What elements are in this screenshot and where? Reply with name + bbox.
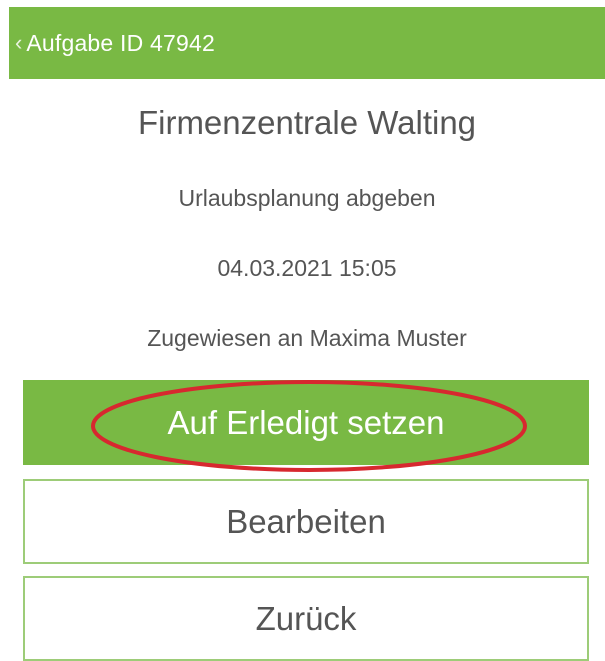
mark-done-button[interactable]: Auf Erledigt setzen [23,380,589,465]
edit-button[interactable]: Bearbeiten [23,479,589,564]
back-button[interactable]: Zurück [23,576,589,661]
task-assignee: Zugewiesen an Maxima Muster [147,325,467,351]
top-bar: ‹ Aufgabe ID 47942 [9,7,605,79]
task-datetime: 04.03.2021 15:05 [217,255,397,281]
page-title: Aufgabe ID 47942 [26,29,215,56]
task-location: Firmenzentrale Walting [137,104,477,141]
chevron-left-icon[interactable]: ‹ [15,32,22,54]
task-description: Urlaubsplanung abgeben [178,185,436,211]
